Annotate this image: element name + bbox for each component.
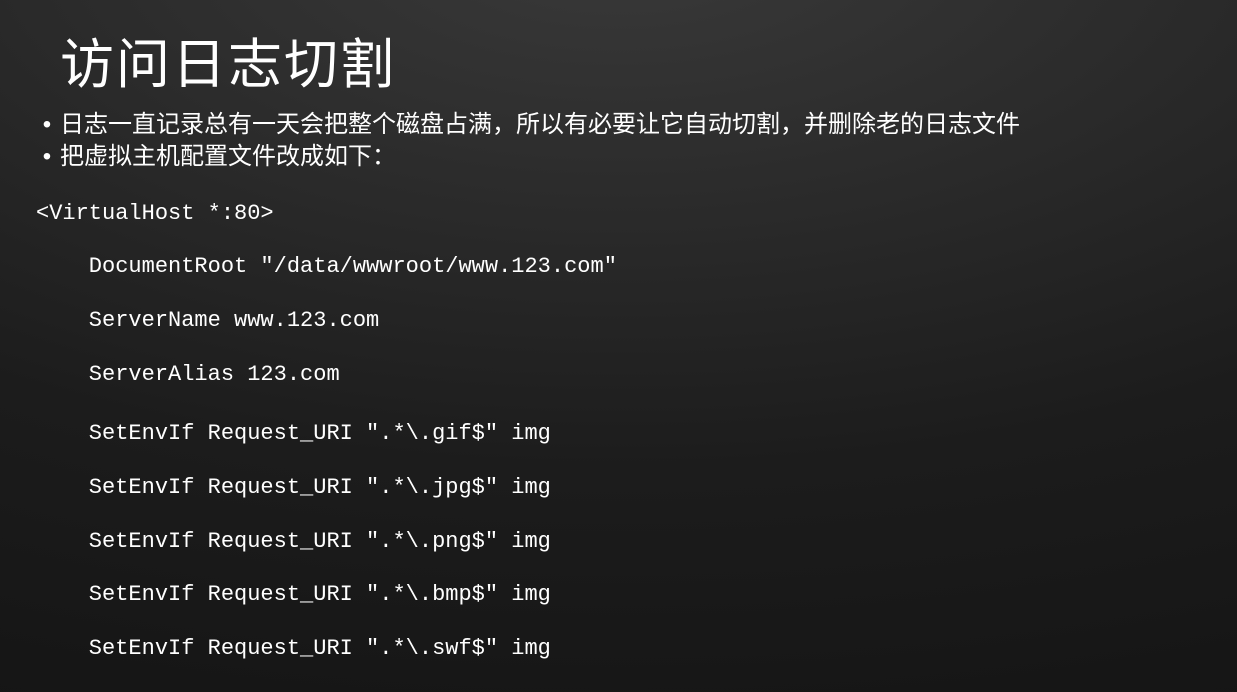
code-line-setenvif-jpg: SetEnvIf Request_URI ".*\.jpg$" img [36,475,1207,502]
slide-title: 访问日志切割 [60,20,1237,99]
bullet-text-1: 日志一直记录总有一天会把整个磁盘占满，所以有必要让它自动切割，并删除老的日志文件 [60,111,1020,138]
code-line-setenvif-bmp: SetEnvIf Request_URI ".*\.bmp$" img [36,582,1207,609]
code-line-docroot: DocumentRoot "/data/wwwroot/www.123.com" [36,254,1207,281]
code-line-open: <VirtualHost *:80> [36,201,1207,228]
bullet-dot-icon: • [34,141,60,173]
code-line-setenvif-swf: SetEnvIf Request_URI ".*\.swf$" img [36,636,1207,663]
bullet-item-1: •日志一直记录总有一天会把整个磁盘占满，所以有必要让它自动切割，并删除老的日志文… [34,109,1207,141]
code-line-servername: ServerName www.123.com [36,308,1207,335]
code-line-setenvif-gif: SetEnvIf Request_URI ".*\.gif$" img [36,421,1207,448]
config-code-block: <VirtualHost *:80> DocumentRoot "/data/w… [36,174,1207,692]
bullet-dot-icon: • [34,109,60,141]
code-line-setenvif-png: SetEnvIf Request_URI ".*\.png$" img [36,529,1207,556]
bullet-text-2: 把虚拟主机配置文件改成如下： [60,143,396,170]
slide-content: •日志一直记录总有一天会把整个磁盘占满，所以有必要让它自动切割，并删除老的日志文… [34,109,1207,692]
bullet-item-2: •把虚拟主机配置文件改成如下： [34,141,1207,173]
code-line-serveralias: ServerAlias 123.com [36,362,1207,389]
